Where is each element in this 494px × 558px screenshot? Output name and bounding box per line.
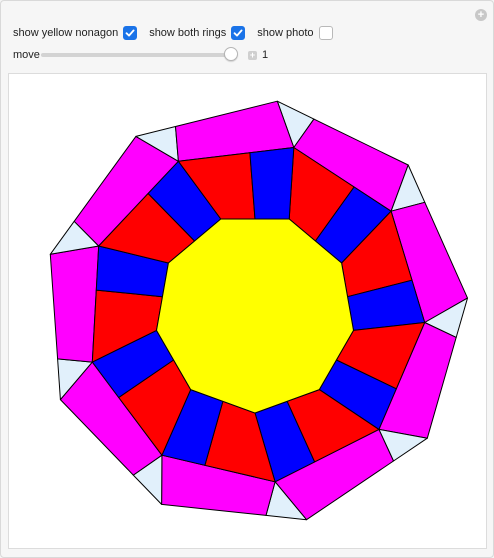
slider-plus-icon[interactable]: + xyxy=(248,50,257,60)
move-label: move xyxy=(13,49,40,61)
show-rings-label: show both rings xyxy=(149,27,227,39)
expand-plus-icon[interactable]: + xyxy=(475,9,487,21)
show-rings-control[interactable]: show both rings xyxy=(149,26,246,40)
checkmark-icon xyxy=(125,29,135,37)
show-nonagon-label: show yellow nonagon xyxy=(13,27,119,39)
blue-tile xyxy=(249,147,295,220)
move-slider-thumb[interactable] xyxy=(224,47,238,61)
move-slider-row: move + 1 xyxy=(13,47,268,63)
graphics-canvas xyxy=(8,73,487,549)
move-slider-track[interactable] xyxy=(41,47,238,61)
checkmark-icon xyxy=(233,29,243,37)
show-photo-label: show photo xyxy=(257,27,314,39)
show-nonagon-control[interactable]: show yellow nonagon xyxy=(13,26,138,40)
show-photo-control[interactable]: show photo xyxy=(257,26,333,40)
magenta-tile xyxy=(49,245,100,363)
show-photo-checkbox[interactable] xyxy=(318,26,333,40)
show-rings-checkbox[interactable] xyxy=(231,26,246,40)
show-nonagon-checkbox[interactable] xyxy=(123,26,138,40)
move-slider-value: 1 xyxy=(262,49,269,61)
nonagon-ring-graphic xyxy=(49,100,468,521)
controls-row: show yellow nonagon show both rings show… xyxy=(13,24,345,42)
demonstration-panel: + show yellow nonagon show both rings sh… xyxy=(0,0,494,558)
